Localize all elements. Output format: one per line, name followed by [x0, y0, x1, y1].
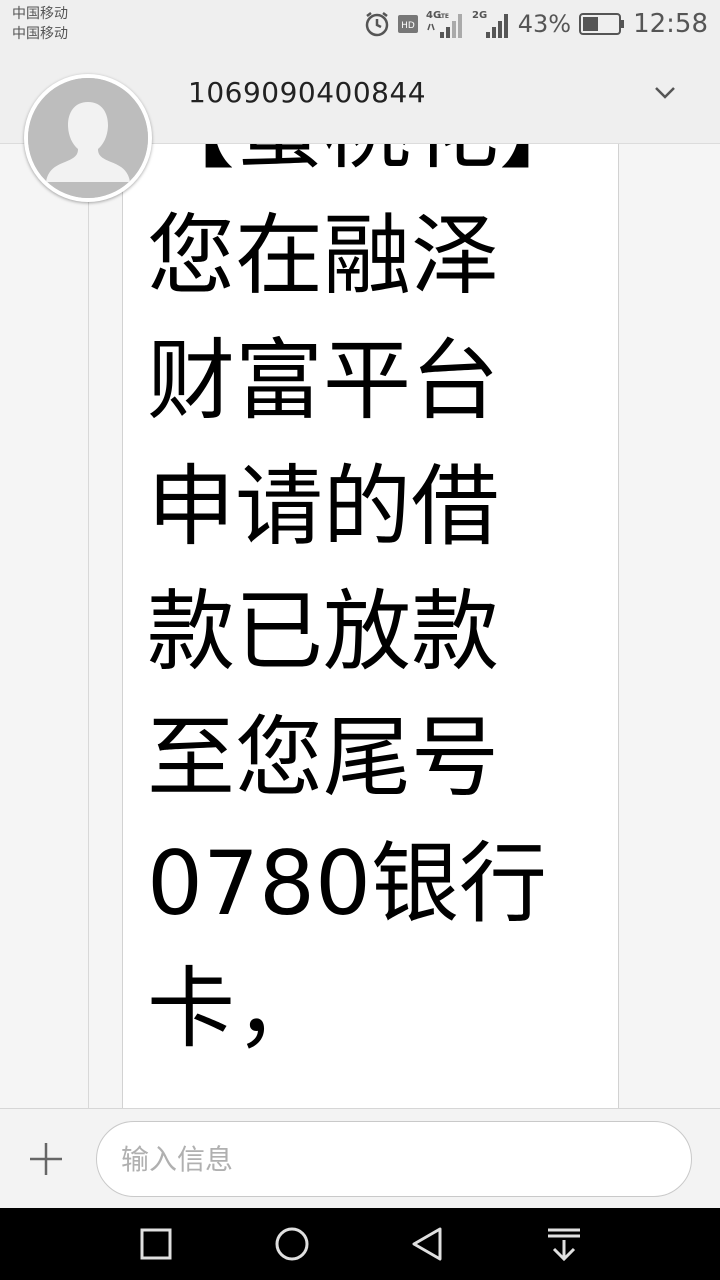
home-circle-icon[interactable]: [272, 1224, 312, 1264]
chevron-down-icon[interactable]: [650, 78, 680, 108]
status-bar: 中国移动 中国移动 HD 4G LTE 2G 43% 12:58: [0, 0, 720, 48]
2g-signal-icon: 2G: [472, 8, 510, 40]
alarm-clock-icon: [364, 11, 390, 37]
status-icons: HD 4G LTE 2G 43% 12:58: [364, 8, 708, 40]
message-list[interactable]: 【蜜桃花】您在融泽财富平台申请的借款已放款至您尾号0780银行卡，: [0, 144, 720, 1108]
plus-icon[interactable]: [28, 1141, 64, 1177]
hd-icon: HD: [397, 13, 418, 35]
recents-square-icon[interactable]: [136, 1224, 176, 1264]
signal-2-tech-label: 2G: [472, 10, 487, 21]
back-triangle-icon[interactable]: [408, 1224, 448, 1264]
compose-bar: [0, 1108, 720, 1208]
contact-avatar[interactable]: [24, 74, 152, 202]
default-avatar-icon: [28, 78, 148, 198]
svg-text:HD: HD: [401, 21, 415, 31]
contact-number[interactable]: 1069090400844: [188, 76, 426, 109]
4g-lte-signal-icon: 4G LTE: [426, 8, 464, 40]
navigation-bar: [0, 1208, 720, 1280]
carrier-2: 中国移动: [12, 26, 68, 42]
message-input[interactable]: [96, 1121, 692, 1197]
message-bubble[interactable]: 【蜜桃花】您在融泽财富平台申请的借款已放款至您尾号0780银行卡，: [122, 144, 619, 1108]
battery-percent: 43%: [517, 10, 572, 38]
battery-icon: [579, 12, 625, 36]
signal-1-sub-label: LTE: [438, 13, 449, 20]
carrier-1: 中国移动: [12, 6, 68, 22]
notification-pull-icon[interactable]: [544, 1224, 584, 1264]
sms-conversation-screen: 中国移动 中国移动 HD 4G LTE 2G 43% 12:58 1069090…: [0, 0, 720, 1280]
carrier-labels: 中国移动 中国移动: [12, 4, 68, 44]
message-text: 【蜜桃花】您在融泽财富平台申请的借款已放款至您尾号0780银行卡，: [147, 144, 547, 1061]
clock-time: 12:58: [633, 9, 708, 39]
timeline-divider: [88, 144, 89, 1108]
